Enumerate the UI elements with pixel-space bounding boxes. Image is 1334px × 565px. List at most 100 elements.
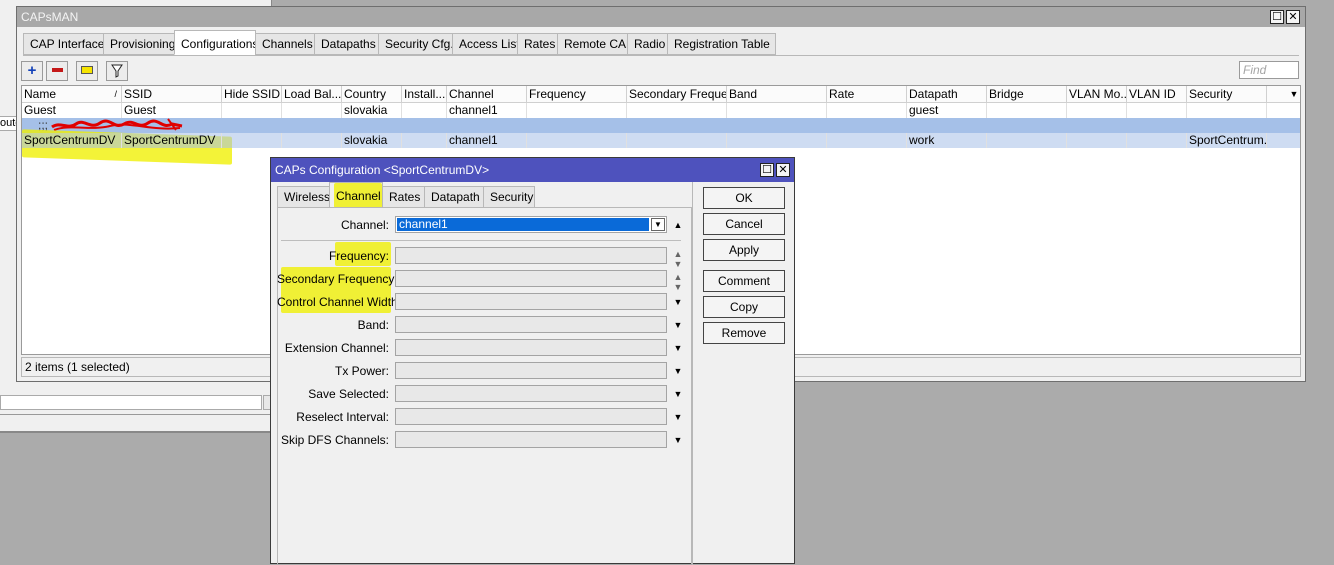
cancel-button[interactable]: Cancel (703, 213, 785, 235)
cell-empty (827, 133, 907, 148)
column-header-rate[interactable]: Rate (827, 86, 907, 103)
comment-button[interactable] (76, 61, 98, 81)
divider (0, 431, 272, 433)
cell-security (1187, 103, 1267, 118)
funnel-icon (111, 64, 123, 78)
column-header-name[interactable]: Name / (22, 86, 122, 103)
close-button[interactable]: ✕ (776, 163, 790, 177)
tab-security[interactable]: Security (483, 186, 535, 208)
chevron-down-icon[interactable]: ▼ (672, 366, 684, 376)
column-header-installation[interactable]: Install... (402, 86, 447, 103)
cell-empty (987, 103, 1067, 118)
tab-rates[interactable]: Rates (517, 33, 558, 55)
chevron-down-icon[interactable]: ▼ (672, 435, 684, 445)
dialog-title: CAPs Configuration <SportCentrumDV> (275, 163, 490, 177)
cell-empty (727, 133, 827, 148)
extension-channel-label: Extension Channel: (284, 341, 389, 355)
copy-button[interactable]: Copy (703, 296, 785, 318)
frequency-field[interactable] (395, 247, 667, 264)
column-header-security[interactable]: Security (1187, 86, 1267, 103)
cell-empty (527, 103, 627, 118)
column-header-country[interactable]: Country (342, 86, 402, 103)
tab-provisioning[interactable]: Provisioning (103, 33, 175, 55)
column-header-vlan-id[interactable]: VLAN ID (1127, 86, 1187, 103)
column-header-datapath[interactable]: Datapath (907, 86, 987, 103)
tab-radio[interactable]: Radio (627, 33, 668, 55)
chevron-down-icon[interactable]: ▼ (672, 389, 684, 399)
updown-icon[interactable]: ▲ ▼ (672, 272, 684, 292)
divider (281, 240, 681, 241)
reselect-interval-field[interactable] (395, 408, 667, 425)
tab-datapath[interactable]: Datapath (424, 186, 484, 208)
save-selected-label: Save Selected: (308, 387, 389, 401)
ok-button[interactable]: OK (703, 187, 785, 209)
tab-channel[interactable]: Channel (329, 182, 383, 208)
maximize-button[interactable]: ☐ (760, 163, 774, 177)
column-header-hide-ssid[interactable]: Hide SSID (222, 86, 282, 103)
tab-configurations[interactable]: Configurations (174, 30, 258, 55)
tab-remote-cap[interactable]: Remote CAP (557, 33, 634, 55)
filter-button[interactable] (106, 61, 128, 81)
comment-button[interactable]: Comment (703, 270, 785, 292)
collapse-up-icon[interactable]: ▲ (672, 220, 684, 230)
save-selected-field[interactable] (395, 385, 667, 402)
tx-power-field[interactable] (395, 362, 667, 379)
tab-datapaths[interactable]: Datapaths (314, 33, 379, 55)
channel-select[interactable]: channel1 ▼ (395, 216, 667, 233)
cell-datapath: guest (907, 103, 987, 118)
column-header-load-balance[interactable]: Load Bal... (282, 86, 342, 103)
table-row-selected[interactable]: SportCentrumDV SportCentrumDV slovakia c… (22, 133, 1300, 148)
tab-registration-table[interactable]: Registration Table (667, 33, 776, 55)
column-header-secondary-frequency[interactable]: Secondary Freque... (627, 86, 727, 103)
chevron-down-icon[interactable]: ▼ (651, 218, 665, 231)
tab-cap-interface[interactable]: CAP Interface (23, 33, 104, 55)
secondary-frequency-field[interactable] (395, 270, 667, 287)
remove-button[interactable]: Remove (703, 322, 785, 344)
tab-rates[interactable]: Rates (382, 186, 425, 208)
column-header-vlan-mode[interactable]: VLAN Mo... (1067, 86, 1127, 103)
chevron-down-icon[interactable]: ▼ (672, 297, 684, 307)
table-row[interactable]: Guest Guest slovakia channel1 guest (22, 103, 1300, 118)
column-header-bridge[interactable]: Bridge (987, 86, 1067, 103)
apply-button[interactable]: Apply (703, 239, 785, 261)
extension-channel-field[interactable] (395, 339, 667, 356)
columns-dropdown-icon[interactable]: ▼ (1285, 86, 1300, 103)
column-header-band[interactable]: Band (727, 86, 827, 103)
remove-button[interactable] (46, 61, 68, 81)
table-row-comment[interactable]: ;;; (22, 118, 1300, 133)
table-header: Name / SSID Hide SSID Load Bal... Country… (22, 86, 1300, 103)
cell-country: slovakia (342, 133, 402, 148)
skip-dfs-channels-label: Skip DFS Channels: (280, 433, 389, 447)
note-icon (81, 65, 93, 74)
caps-configuration-dialog: CAPs Configuration <SportCentrumDV> ☐ ✕ … (270, 157, 795, 565)
band-field[interactable] (395, 316, 667, 333)
cell-empty (222, 103, 282, 118)
skip-dfs-channels-field[interactable] (395, 431, 667, 448)
column-header-frequency[interactable]: Frequency (527, 86, 627, 103)
background-field (0, 395, 262, 410)
cell-ssid: SportCentrumDV (122, 133, 222, 148)
tab-channels[interactable]: Channels (255, 33, 315, 55)
cell-name: Guest (22, 103, 122, 118)
cell-empty (222, 133, 282, 148)
maximize-button[interactable]: ☐ (1270, 10, 1284, 24)
plus-icon: + (27, 62, 37, 79)
column-header-ssid[interactable]: SSID (122, 86, 222, 103)
control-channel-width-field[interactable] (395, 293, 667, 310)
chevron-down-icon[interactable]: ▼ (672, 412, 684, 422)
find-input[interactable]: Find (1239, 61, 1299, 79)
tab-wireless[interactable]: Wireless (277, 186, 330, 208)
tab-security-cfg[interactable]: Security Cfg. (378, 33, 454, 55)
cell-channel: channel1 (447, 133, 527, 148)
tab-access-list[interactable]: Access List (452, 33, 520, 55)
reselect-interval-label: Reselect Interval: (296, 410, 389, 424)
column-header-channel[interactable]: Channel (447, 86, 527, 103)
close-button[interactable]: ✕ (1286, 10, 1300, 24)
secondary-frequency-label: Secondary Frequency: (277, 272, 398, 286)
cell-empty (527, 133, 627, 148)
cell-empty (1067, 103, 1127, 118)
updown-icon[interactable]: ▲ ▼ (672, 249, 684, 269)
add-button[interactable]: + (21, 61, 43, 81)
chevron-down-icon[interactable]: ▼ (672, 320, 684, 330)
chevron-down-icon[interactable]: ▼ (672, 343, 684, 353)
